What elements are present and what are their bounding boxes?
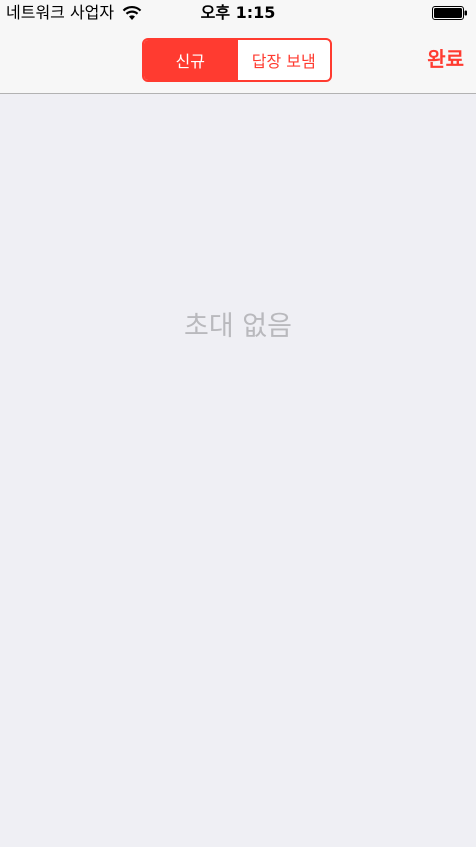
segmented-control: 신규 답장 보냄	[142, 38, 332, 82]
empty-state-message: 초대 없음	[184, 311, 292, 342]
content-area: 초대 없음	[0, 94, 476, 847]
segment-new-label: 신규	[175, 52, 205, 71]
status-time: 오후 1:15	[200, 3, 276, 22]
navigation-bar: 신규 답장 보냄 완료	[0, 28, 476, 94]
segment-replied-label: 답장 보냄	[251, 52, 316, 71]
status-bar: 네트워크 사업자 오후 1:15	[0, 0, 476, 28]
battery-icon	[432, 6, 467, 20]
segment-replied[interactable]: 답장 보냄	[236, 40, 331, 80]
segment-new[interactable]: 신규	[144, 40, 237, 80]
done-button[interactable]: 완료	[427, 46, 464, 72]
